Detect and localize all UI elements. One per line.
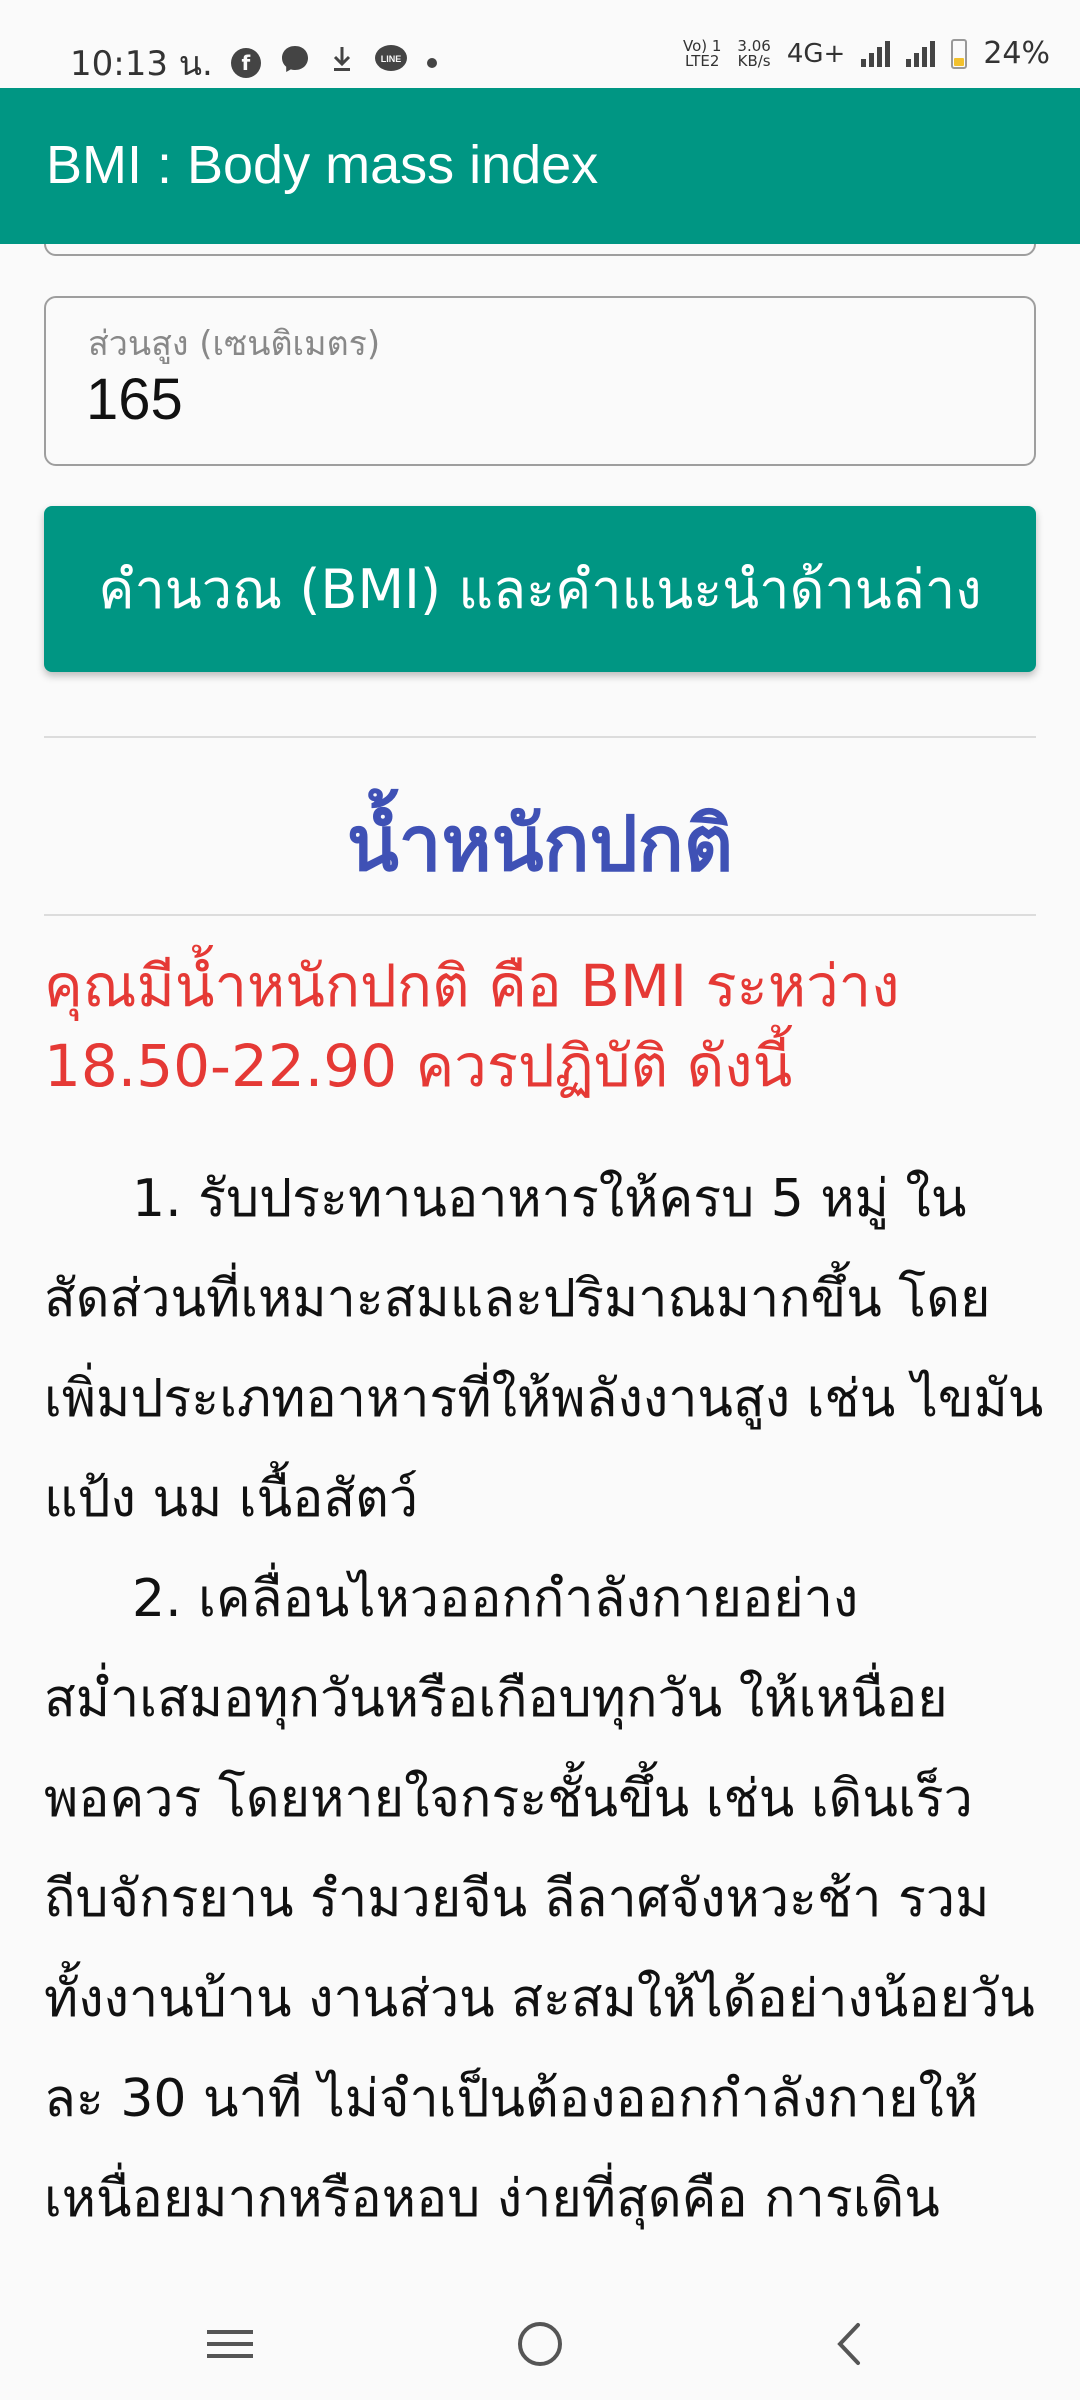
height-field-label: ส่วนสูง (เซนติเมตร): [88, 324, 381, 364]
speed-unit: KB/s: [737, 51, 771, 70]
volte-line2: LTE2: [684, 51, 720, 70]
network-type: 4G+: [786, 38, 846, 69]
signal-icon-1: [861, 40, 891, 67]
result-description: คุณมีน้ำหนักปกติ คือ BMI ระหว่าง 18.50-2…: [44, 952, 900, 1100]
recent-apps-button[interactable]: [190, 2304, 270, 2384]
app-bar: BMI : Body mass index: [0, 88, 1080, 244]
home-button[interactable]: [500, 2304, 580, 2384]
height-input[interactable]: [86, 366, 986, 433]
screen: 10:13 น. f LINE Vo) 1 LTE2 3.06 KB/s 4G+: [0, 0, 1080, 2400]
back-chevron-icon: [837, 2323, 860, 2365]
notification-dot-icon: [426, 58, 437, 68]
advice-item: 2. เคลื่อนไหวออกกำลังกายอย่างสม่ำเสมอทุก…: [44, 1569, 1035, 2229]
svg-text:LINE: LINE: [381, 54, 402, 64]
status-time: 10:13 น.: [70, 44, 213, 84]
divider-top: [44, 736, 1036, 738]
line-icon: LINE: [373, 43, 409, 83]
signal-icon-2: [906, 40, 936, 67]
messenger-icon: [279, 43, 311, 83]
weight-field-partial[interactable]: [44, 244, 1036, 256]
advice-item: 1. รับประทานอาหารให้ครบ 5 หมู่ ในสัดส่วน…: [44, 1169, 1044, 1529]
download-icon: [329, 43, 355, 83]
facebook-icon: f: [230, 48, 261, 78]
advice-list: 1. รับประทานอาหารให้ครบ 5 หมู่ ในสัดส่วน…: [44, 1149, 1044, 2249]
result-title: น้ำหนักปกติ: [346, 799, 734, 888]
status-left: 10:13 น. f LINE: [70, 36, 437, 90]
status-bar: 10:13 น. f LINE Vo) 1 LTE2 3.06 KB/s 4G+: [0, 0, 1080, 88]
app-title: BMI : Body mass index: [46, 135, 599, 195]
battery-percent: 24%: [983, 36, 1050, 71]
nav-bar: [0, 2284, 1080, 2400]
volte-indicator: Vo) 1 LTE2: [683, 38, 721, 70]
status-right: Vo) 1 LTE2 3.06 KB/s 4G+ 24%: [683, 36, 1050, 71]
network-speed: 3.06 KB/s: [737, 38, 771, 70]
back-button[interactable]: [810, 2304, 890, 2384]
divider-bottom: [44, 914, 1036, 916]
content-scroll[interactable]: ส่วนสูง (เซนติเมตร) คำนวณ (BMI) และคำแนะ…: [0, 244, 1080, 2284]
home-circle-icon: [518, 2322, 562, 2366]
calculate-button[interactable]: คำนวณ (BMI) และคำแนะนำด้านล่าง: [44, 506, 1036, 672]
battery-icon: [951, 38, 968, 69]
height-field[interactable]: ส่วนสูง (เซนติเมตร): [44, 296, 1036, 466]
menu-icon: [207, 2330, 253, 2358]
